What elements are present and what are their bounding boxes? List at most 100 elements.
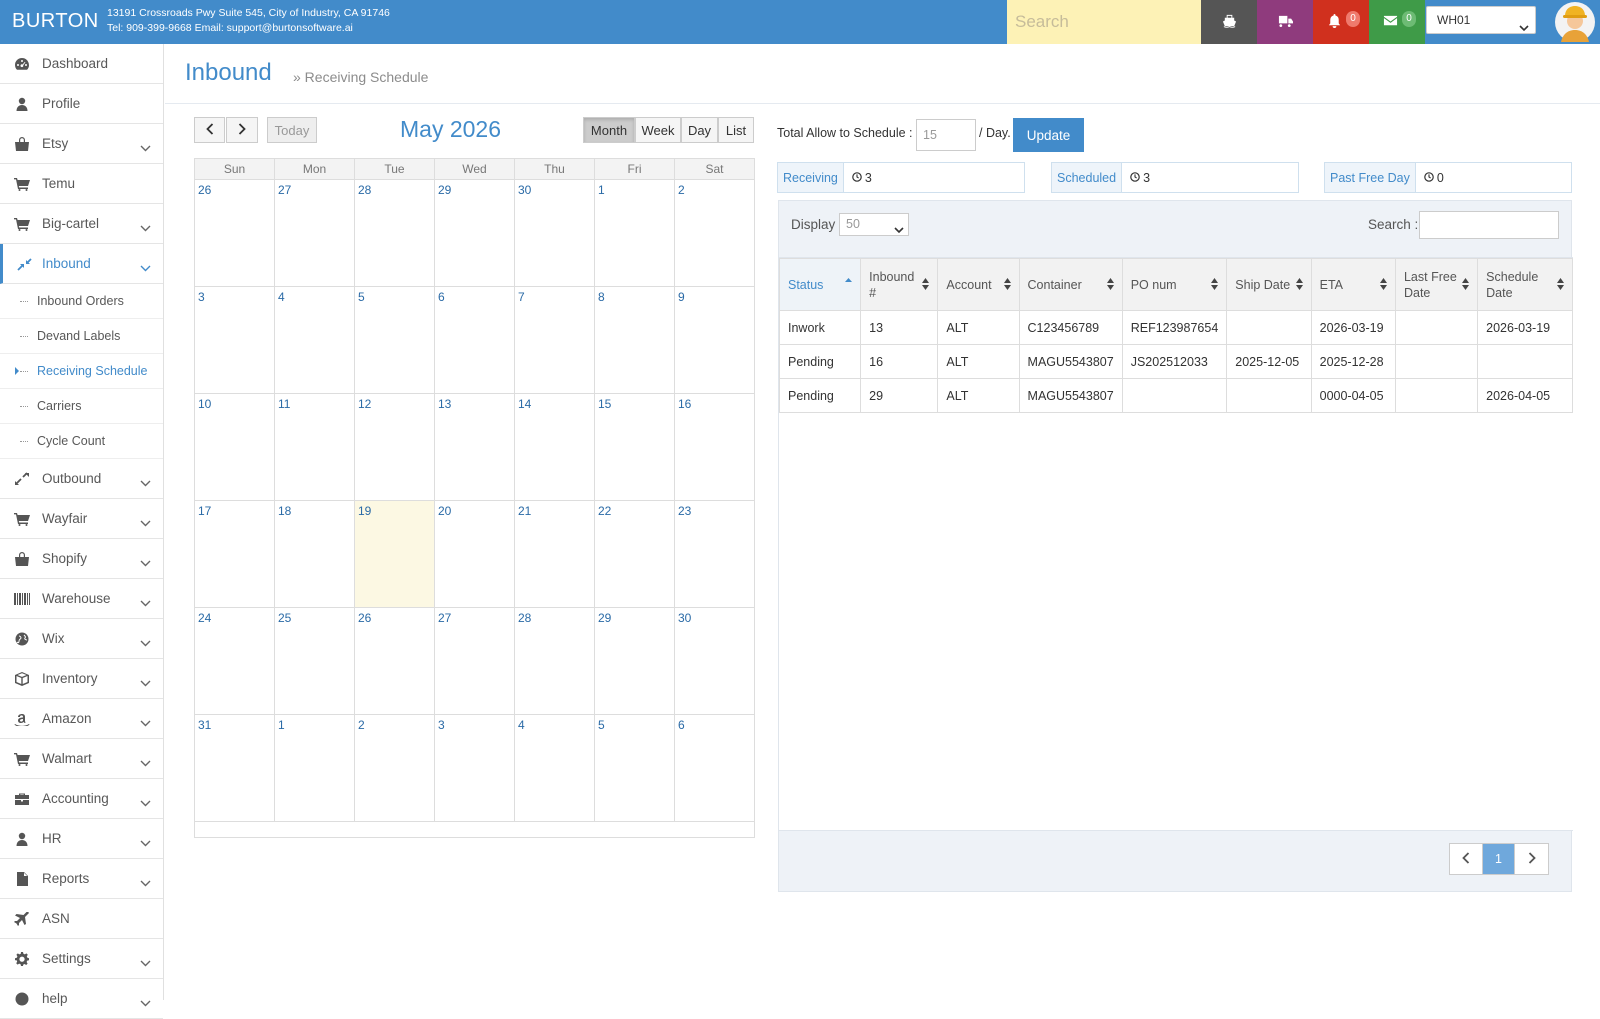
calendar-day-cell[interactable]: 9 — [675, 287, 755, 394]
calendar-day-cell[interactable]: 12 — [355, 394, 435, 501]
sidebar-item-asn[interactable]: ASN — [0, 899, 163, 939]
allow-schedule-input[interactable] — [916, 119, 976, 151]
calendar-day-cell[interactable]: 21 — [515, 501, 595, 608]
sidebar-item-outbound[interactable]: Outbound — [0, 459, 163, 499]
calendar-day-cell[interactable]: 28 — [355, 180, 435, 287]
calendar-next-button[interactable] — [226, 117, 258, 143]
calendar-day-cell[interactable]: 7 — [515, 287, 595, 394]
calendar-day-cell[interactable]: 25 — [275, 608, 355, 715]
calendar-day-cell[interactable]: 1 — [275, 715, 355, 822]
calendar-day-cell[interactable]: 29 — [435, 180, 515, 287]
sidebar-item-accounting[interactable]: Accounting — [0, 779, 163, 819]
calendar-day-cell[interactable]: 3 — [195, 287, 275, 394]
calendar-day-cell[interactable]: 31 — [195, 715, 275, 822]
calendar-day-cell[interactable]: 2 — [675, 180, 755, 287]
sidebar-item-temu[interactable]: Temu — [0, 164, 163, 204]
column-header[interactable]: ETA — [1310, 258, 1396, 311]
column-header[interactable]: PO num — [1121, 258, 1228, 311]
calendar-day-cell[interactable]: 19 — [355, 501, 435, 608]
table-row[interactable]: Pending 29 ALT MAGU5543807 0000-04-05 2026-04… — [778, 378, 1573, 413]
sidebar-subitem-devand-labels[interactable]: Devand Labels — [0, 319, 163, 354]
calendar-day-cell[interactable]: 6 — [435, 287, 515, 394]
calendar-day-cell[interactable]: 11 — [275, 394, 355, 501]
sidebar-subitem-cycle-count[interactable]: Cycle Count — [0, 424, 163, 459]
view-month-button[interactable]: Month — [583, 117, 635, 143]
truck-button[interactable] — [1257, 0, 1313, 44]
sidebar-item-dashboard[interactable]: Dashboard — [0, 44, 163, 84]
calendar-day-cell[interactable]: 27 — [275, 180, 355, 287]
warehouse-select[interactable]: WH01 — [1426, 6, 1536, 34]
calendar-day-cell[interactable]: 27 — [435, 608, 515, 715]
calendar-day-cell[interactable]: 13 — [435, 394, 515, 501]
calendar-day-cell[interactable]: 22 — [595, 501, 675, 608]
sidebar-item-hr[interactable]: HR — [0, 819, 163, 859]
calendar-day-cell[interactable]: 26 — [195, 180, 275, 287]
view-week-button[interactable]: Week — [635, 117, 681, 143]
column-header[interactable]: Ship Date — [1226, 258, 1312, 311]
pagination-prev-button[interactable] — [1450, 844, 1483, 874]
calendar-day-cell[interactable]: 17 — [195, 501, 275, 608]
sidebar-item-help[interactable]: help — [0, 979, 163, 1019]
calendar-day-cell[interactable]: 3 — [435, 715, 515, 822]
calendar-day-cell[interactable]: 1 — [595, 180, 675, 287]
calendar-day-cell[interactable]: 4 — [515, 715, 595, 822]
column-header[interactable]: Schedule Date — [1477, 258, 1573, 311]
calendar-day-cell[interactable]: 16 — [675, 394, 755, 501]
sidebar-item-amazon[interactable]: Amazon — [0, 699, 163, 739]
sidebar-item-reports[interactable]: Reports — [0, 859, 163, 899]
calendar-day-cell[interactable]: 4 — [275, 287, 355, 394]
sidebar-item-profile[interactable]: Profile — [0, 84, 163, 124]
calendar-day-cell[interactable]: 8 — [595, 287, 675, 394]
sidebar-item-etsy[interactable]: Etsy — [0, 124, 163, 164]
calendar-day-cell[interactable]: 29 — [595, 608, 675, 715]
calendar-day-cell[interactable]: 23 — [675, 501, 755, 608]
column-header[interactable]: Last Free Date — [1394, 258, 1479, 311]
calendar-day-cell[interactable]: 24 — [195, 608, 275, 715]
view-list-button[interactable]: List — [718, 117, 754, 143]
pagination-page-button[interactable]: 1 — [1482, 844, 1516, 874]
column-header[interactable]: Inbound # — [860, 258, 939, 311]
sidebar-item-walmart[interactable]: Walmart — [0, 739, 163, 779]
calendar-day-cell[interactable]: 10 — [195, 394, 275, 501]
messages-button[interactable]: 0 — [1369, 0, 1425, 44]
table-row[interactable]: Pending 16 ALT MAGU5543807 JS202512033 2025-1… — [778, 344, 1573, 379]
calendar-day-cell[interactable]: 14 — [515, 394, 595, 501]
view-day-button[interactable]: Day — [681, 117, 718, 143]
table-search-input[interactable] — [1419, 211, 1559, 239]
column-header[interactable]: Container — [1018, 258, 1123, 311]
column-header[interactable]: Status — [778, 258, 862, 311]
brand-logo[interactable]: BURTON — [12, 10, 99, 33]
global-search-input[interactable] — [1007, 0, 1201, 44]
calendar-today-button[interactable]: Today — [267, 117, 317, 143]
sidebar-item-big-cartel[interactable]: Big-cartel — [0, 204, 163, 244]
display-count-select[interactable]: 50 — [839, 213, 909, 236]
sidebar-item-settings[interactable]: Settings — [0, 939, 163, 979]
sidebar-subitem-carriers[interactable]: Carriers — [0, 389, 163, 424]
calendar-day-cell[interactable]: 2 — [355, 715, 435, 822]
ship-button[interactable] — [1201, 0, 1257, 44]
column-header[interactable]: Account — [937, 258, 1020, 311]
update-button[interactable]: Update — [1013, 118, 1084, 152]
user-avatar[interactable] — [1552, 0, 1598, 44]
sidebar-subitem-receiving-schedule[interactable]: Receiving Schedule — [0, 354, 163, 389]
sidebar-item-wayfair[interactable]: Wayfair — [0, 499, 163, 539]
sidebar-item-warehouse[interactable]: Warehouse — [0, 579, 163, 619]
table-row[interactable]: Inwork 13 ALT C123456789 REF123987654 2026-03… — [778, 310, 1573, 345]
calendar-day-cell[interactable]: 5 — [595, 715, 675, 822]
sidebar-item-inbound[interactable]: Inbound — [0, 244, 163, 284]
calendar-day-cell[interactable]: 20 — [435, 501, 515, 608]
notifications-button[interactable]: 0 — [1313, 0, 1369, 44]
calendar-day-cell[interactable]: 15 — [595, 394, 675, 501]
calendar-day-cell[interactable]: 6 — [675, 715, 755, 822]
calendar-day-cell[interactable]: 18 — [275, 501, 355, 608]
calendar-day-cell[interactable]: 30 — [515, 180, 595, 287]
calendar-day-cell[interactable]: 28 — [515, 608, 595, 715]
calendar-day-cell[interactable]: 26 — [355, 608, 435, 715]
pagination-next-button[interactable] — [1515, 844, 1548, 874]
sidebar-item-wix[interactable]: Wix — [0, 619, 163, 659]
sidebar-item-shopify[interactable]: Shopify — [0, 539, 163, 579]
sidebar-item-inventory[interactable]: Inventory — [0, 659, 163, 699]
calendar-prev-button[interactable] — [194, 117, 225, 143]
calendar-day-cell[interactable]: 5 — [355, 287, 435, 394]
calendar-day-cell[interactable]: 30 — [675, 608, 755, 715]
